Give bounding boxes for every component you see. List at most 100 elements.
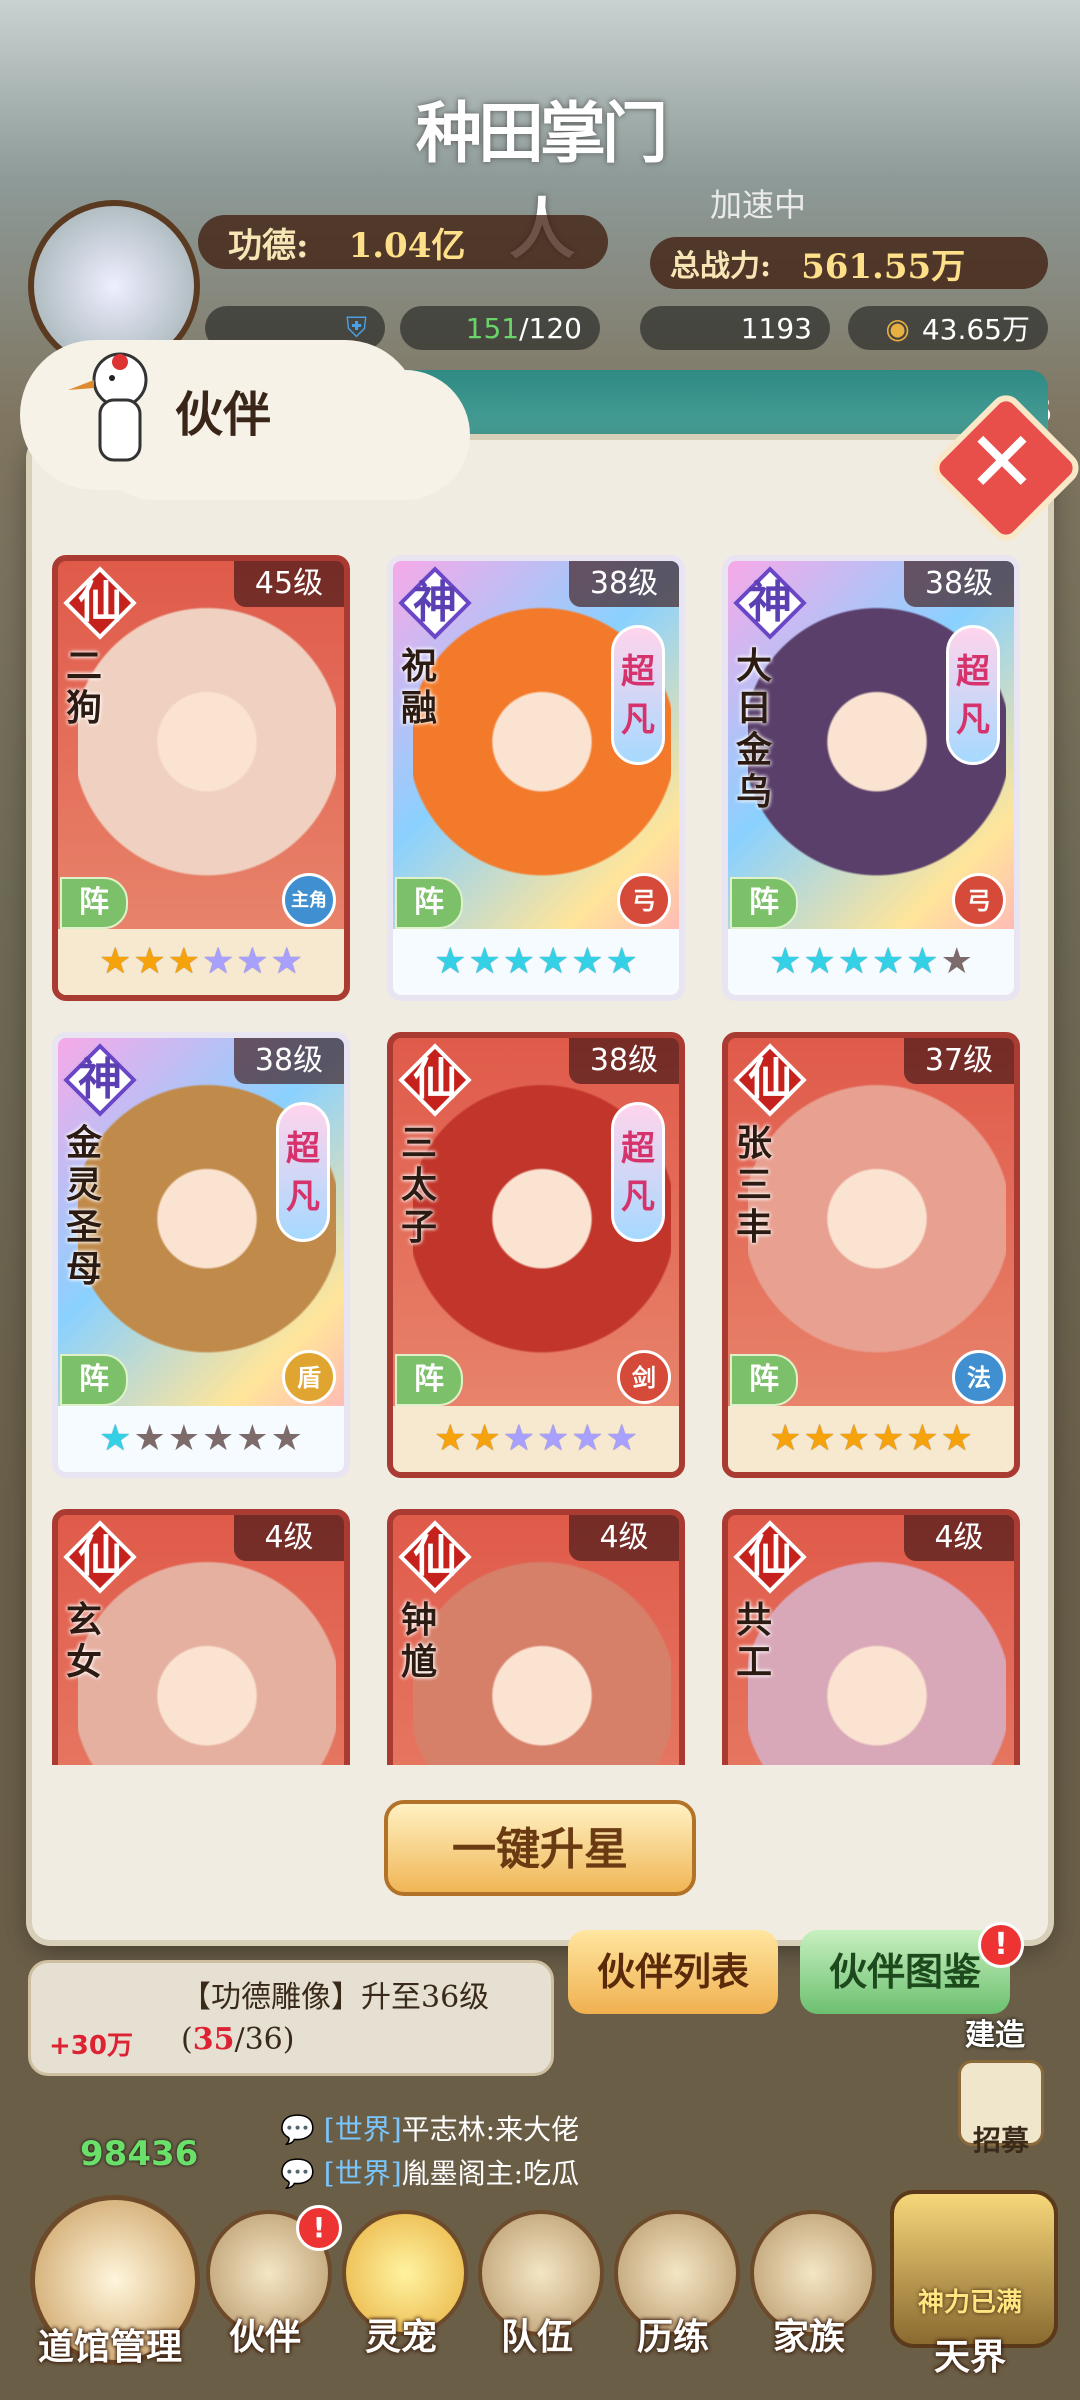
star-icon: ★	[769, 1418, 802, 1459]
alert-icon: !	[978, 1922, 1024, 1968]
god-power-status: 神力已满	[917, 2288, 1022, 2318]
tier-badge: 神	[733, 566, 807, 640]
star-icon: ★	[434, 941, 467, 982]
formation-tag: 阵	[395, 877, 463, 929]
online-counter: 98436	[80, 2134, 199, 2174]
role-icon: 剑	[617, 1350, 671, 1404]
modal-title: 伙伴	[175, 387, 272, 443]
partner-level: 38级	[234, 1038, 344, 1084]
partner-card[interactable]: 神 38级 金灵圣母 超凡阵盾 ★ ★ ★ ★ ★ ★	[52, 1032, 350, 1478]
tier-label: 神	[413, 577, 457, 628]
star-icon: ★	[940, 1418, 973, 1459]
partner-name: 共工	[736, 1599, 773, 1683]
tier-label: 神	[78, 1054, 122, 1105]
coin-value: 43.65万	[921, 313, 1030, 346]
side-build-label[interactable]: 建造	[965, 2010, 1025, 2054]
star-rating: ★ ★ ★ ★ ★ ★	[58, 929, 344, 995]
tier-label: 仙	[78, 1531, 122, 1582]
partner-card[interactable]: 仙 38级 三太子 超凡阵剑 ★ ★ ★ ★ ★ ★	[387, 1032, 685, 1478]
chat-line-1[interactable]: 💬 [世界]平志林:来大佬	[280, 2108, 579, 2148]
task-reward: +30万	[49, 2031, 133, 2061]
partner-card[interactable]: 仙 4级 钟馗	[387, 1509, 685, 1765]
coin-icon: ◉	[885, 311, 910, 345]
partner-card[interactable]: 仙 45级 二狗阵主角 ★ ★ ★ ★ ★ ★	[52, 555, 350, 1001]
one-key-upgrade-star-button[interactable]: 一键升星	[384, 1800, 696, 1896]
partner-name: 玄女	[66, 1599, 103, 1683]
star-icon: ★	[502, 1418, 535, 1459]
star-icon: ★	[167, 1418, 200, 1459]
task-total: /36)	[234, 2022, 295, 2057]
transcendent-tag: 超凡	[611, 1102, 665, 1242]
star-icon: ★	[468, 1418, 501, 1459]
nav-training-label: 历练	[636, 2316, 709, 2358]
tier-label: 仙	[413, 1054, 457, 1105]
role-icon: 弓	[952, 873, 1006, 927]
star-icon: ★	[502, 941, 535, 982]
star-icon: ★	[133, 941, 166, 982]
partner-name: 祝融	[401, 645, 438, 729]
task-progress: 35	[192, 2022, 235, 2057]
partner-card[interactable]: 仙 4级 玄女	[52, 1509, 350, 1765]
partner-level: 4级	[904, 1515, 1014, 1561]
tier-badge: 神	[63, 1043, 137, 1117]
partner-card[interactable]: 神 38级 祝融 超凡阵弓 ★ ★ ★ ★ ★ ★	[387, 555, 685, 1001]
star-icon: ★	[537, 1418, 570, 1459]
tier-badge: 仙	[733, 1043, 807, 1117]
star-icon: ★	[133, 1418, 166, 1459]
role-icon: 弓	[617, 873, 671, 927]
speed-status: 加速中	[710, 186, 807, 224]
disciple-pill[interactable]: 151 /120	[400, 306, 600, 350]
tier-label: 神	[748, 577, 792, 628]
star-icon: ★	[837, 1418, 870, 1459]
role-icon: 法	[952, 1350, 1006, 1404]
partner-card[interactable]: 仙 37级 张三丰阵法 ★ ★ ★ ★ ★ ★	[722, 1032, 1020, 1478]
nav-team-label: 队伍	[500, 2316, 573, 2358]
partner-card[interactable]: 仙 4级共工	[722, 1509, 1020, 1765]
jade-value: 1193	[740, 311, 812, 345]
star-icon: ★	[803, 941, 836, 982]
coin-pill[interactable]: ◉ 43.65万	[848, 306, 1048, 350]
partner-grid[interactable]: 仙 45级 二狗阵主角 ★ ★ ★ ★ ★ ★ 神 38级 祝融 超凡阵弓 ★ ★ ★ ★ ★ ★ 神 38级 大日金乌超…	[52, 555, 1028, 1765]
task-description: 【功德雕像】升至36级(35/36)	[181, 1977, 531, 2061]
merit-bar: 功德: 1.04亿	[198, 215, 608, 269]
nav-heaven-button[interactable]	[890, 2190, 1058, 2348]
tier-badge: 仙	[398, 1043, 472, 1117]
task-panel[interactable]: +30万 【功德雕像】升至36级(35/36)	[28, 1960, 554, 2076]
close-icon[interactable]: ✕	[962, 412, 1042, 512]
chat-line-2[interactable]: 💬 [世界]胤墨阁主:吃瓜	[280, 2152, 579, 2192]
tier-label: 仙	[413, 1531, 457, 1582]
nav-dojo-label: 道馆管理	[37, 2326, 182, 2368]
tier-badge: 仙	[733, 1520, 807, 1594]
star-rating: ★ ★ ★ ★ ★ ★	[58, 1406, 344, 1472]
chat-channel: [世界]	[323, 2113, 402, 2146]
role-icon: 盾	[282, 1350, 336, 1404]
partner-alert-icon: !	[296, 2205, 342, 2251]
star-icon: ★	[202, 941, 235, 982]
nav-family-label: 家族	[772, 2316, 845, 2358]
star-icon: ★	[468, 941, 501, 982]
formation-tag: 阵	[730, 1354, 798, 1406]
star-icon: ★	[537, 941, 570, 982]
formation-tag: 阵	[60, 1354, 128, 1406]
partner-list-tab[interactable]: 伙伴列表	[568, 1930, 778, 2014]
recruit-button[interactable]: 招募	[958, 2060, 1044, 2157]
nav-partner-label: 伙伴	[228, 2316, 301, 2358]
tier-badge: 神	[398, 566, 472, 640]
jade-pill[interactable]: 1193	[640, 306, 830, 350]
partner-level: 38级	[569, 1038, 679, 1084]
formation-tag: 阵	[730, 877, 798, 929]
partner-level: 37级	[904, 1038, 1014, 1084]
star-icon: ★	[99, 1418, 132, 1459]
star-icon: ★	[270, 1418, 303, 1459]
role-icon: 主角	[282, 873, 336, 927]
partner-card[interactable]: 神 38级 大日金乌 超凡阵弓 ★ ★ ★ ★ ★ ★	[722, 555, 1020, 1001]
chat-bubble-icon: 💬	[280, 2157, 315, 2190]
star-icon: ★	[940, 941, 973, 982]
transcendent-tag: 超凡	[276, 1102, 330, 1242]
star-icon: ★	[236, 1418, 269, 1459]
nav-heaven-label: 天界	[933, 2336, 1006, 2378]
star-icon: ★	[99, 941, 132, 982]
partner-name: 三太子	[401, 1122, 438, 1248]
star-icon: ★	[872, 1418, 905, 1459]
partner-name: 大日金乌	[736, 645, 773, 813]
